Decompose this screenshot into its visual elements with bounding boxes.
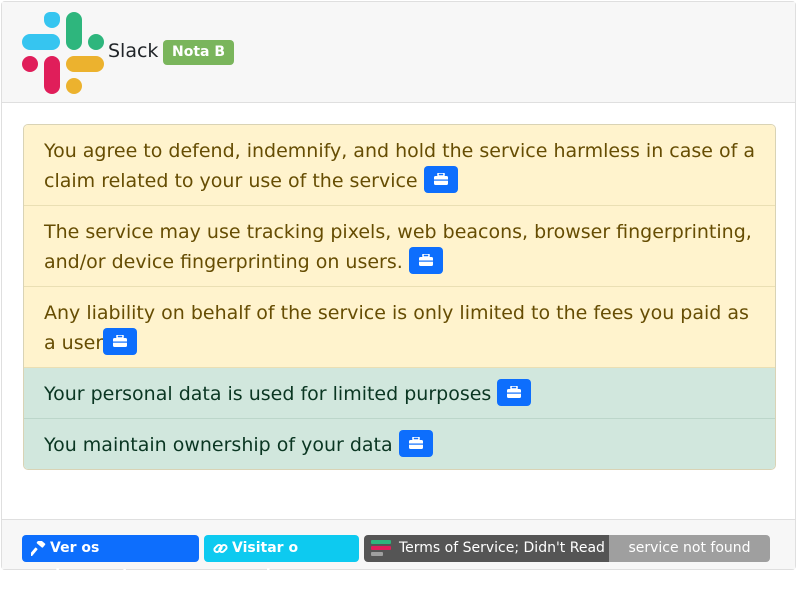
tosdr-logo-icon bbox=[371, 540, 391, 556]
briefcase-icon bbox=[433, 173, 448, 185]
point-text: You agree to defend, indemnify, and hold… bbox=[44, 140, 756, 192]
briefcase-button[interactable] bbox=[497, 379, 532, 406]
grade-badge: Nota B bbox=[163, 40, 235, 65]
service-card: Slack Nota B You agree to defend, indemn… bbox=[1, 1, 796, 583]
list-item: The service may use tracking pixels, web… bbox=[24, 206, 775, 287]
card-header: Slack Nota B bbox=[2, 2, 795, 103]
briefcase-button[interactable] bbox=[408, 247, 443, 274]
visit-service-label: Visitar o serviço bbox=[232, 540, 299, 583]
briefcase-icon bbox=[113, 335, 128, 347]
points-list: You agree to defend, indemnify, and hold… bbox=[23, 124, 776, 470]
view-documents-button[interactable]: Ver os documentos bbox=[22, 535, 199, 583]
list-item: You maintain ownership of your data bbox=[24, 419, 775, 469]
slack-logo bbox=[22, 12, 104, 94]
list-item: Any liability on behalf of the service i… bbox=[24, 287, 775, 368]
card-footer: Ver os documentos Visitar o serviço Term… bbox=[2, 519, 795, 583]
point-text: Any liability on behalf of the service i… bbox=[44, 302, 749, 354]
briefcase-button[interactable] bbox=[103, 328, 138, 355]
point-text: You maintain ownership of your data bbox=[44, 434, 393, 456]
briefcase-icon bbox=[408, 437, 423, 449]
briefcase-button[interactable] bbox=[398, 430, 433, 457]
briefcase-icon bbox=[418, 254, 433, 266]
tosdr-badge[interactable]: Terms of Service; Didn't Read service no… bbox=[364, 535, 770, 562]
service-name: Slack bbox=[108, 40, 159, 62]
briefcase-icon bbox=[507, 386, 522, 398]
list-item: You agree to defend, indemnify, and hold… bbox=[24, 125, 775, 206]
view-documents-label: Ver os documentos bbox=[50, 540, 147, 583]
visit-service-button[interactable]: Visitar o serviço bbox=[204, 535, 359, 583]
briefcase-button[interactable] bbox=[423, 166, 458, 193]
tosdr-label: Terms of Service; Didn't Read bbox=[399, 540, 605, 556]
tosdr-badge-label-area: Terms of Service; Didn't Read bbox=[364, 535, 609, 562]
tosdr-status: service not found bbox=[609, 535, 770, 562]
point-text: Your personal data is used for limited p… bbox=[44, 383, 492, 405]
link-icon bbox=[213, 543, 228, 554]
point-text: The service may use tracking pixels, web… bbox=[44, 221, 752, 273]
hammer-icon bbox=[31, 541, 46, 556]
list-item: Your personal data is used for limited p… bbox=[24, 368, 775, 419]
